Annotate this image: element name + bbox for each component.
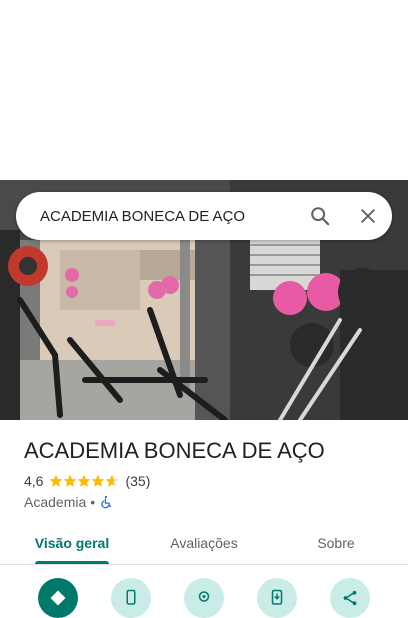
share-icon <box>343 590 357 606</box>
directions-icon <box>50 590 66 606</box>
star-rating <box>49 474 119 488</box>
search-icon[interactable] <box>296 192 344 240</box>
directions-button[interactable] <box>38 578 78 618</box>
place-title: ACADEMIA BONECA DE AÇO <box>24 438 325 463</box>
nearby-icon <box>198 591 210 602</box>
search-input[interactable]: ACADEMIA BONECA DE AÇO <box>40 208 296 225</box>
rating-row[interactable]: 4,6 (35) <box>24 472 150 490</box>
call-button[interactable] <box>111 578 151 618</box>
phone-icon <box>126 589 136 605</box>
share-button[interactable] <box>330 578 370 618</box>
send-to-phone-button[interactable] <box>257 578 297 618</box>
search-bar[interactable]: ACADEMIA BONECA DE AÇO <box>16 192 392 240</box>
wheelchair-accessible-icon <box>101 495 111 509</box>
rating-value: 4,6 <box>24 473 44 489</box>
save-to-phone-icon <box>271 589 283 605</box>
stars-icon <box>50 474 119 487</box>
review-count[interactable]: (35) <box>125 473 150 489</box>
tab-reviews[interactable]: Avaliações <box>154 522 254 564</box>
place-category: Academia <box>24 494 87 510</box>
tab-about[interactable]: Sobre <box>290 522 382 564</box>
active-tab-indicator <box>35 561 109 564</box>
tab-bar: Visão geral Avaliações Sobre <box>0 522 408 565</box>
nearby-button[interactable] <box>184 578 224 618</box>
category-row: Academia • <box>24 493 113 511</box>
close-icon[interactable] <box>344 192 392 240</box>
map-area <box>0 0 408 180</box>
tab-overview[interactable]: Visão geral <box>22 522 122 564</box>
separator: • <box>90 494 96 510</box>
